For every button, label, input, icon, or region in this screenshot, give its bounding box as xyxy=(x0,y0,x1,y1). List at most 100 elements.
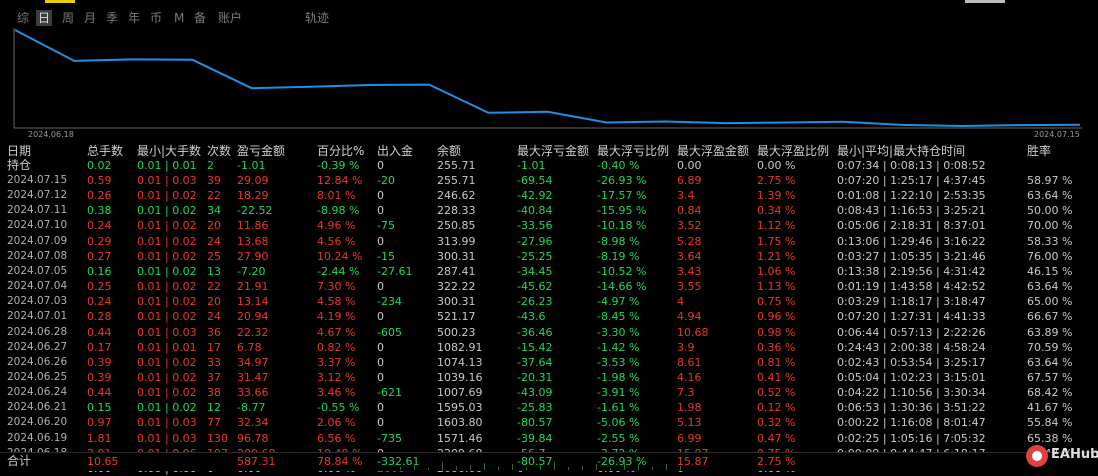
cell-io: 0 xyxy=(377,416,384,430)
cell-maxfp: 3.9 xyxy=(677,340,695,354)
volume-tick xyxy=(540,465,541,470)
cell-count: 12 xyxy=(207,401,221,415)
tab-track[interactable]: 轨迹 xyxy=(305,10,329,26)
cell-maxfpr: 1.39 % xyxy=(757,189,796,203)
table-row[interactable]: 2024.06.21 0.15 0.01 | 0.02 12 -8.77 -0.55 % 0… xyxy=(0,400,1098,415)
cell-pnl: 34.97 xyxy=(237,355,269,369)
col-date[interactable]: 日期 xyxy=(7,144,31,159)
col-win-rate[interactable]: 胜率 xyxy=(1027,144,1051,159)
col-max-float-loss[interactable]: 最大浮亏金额 xyxy=(517,144,589,159)
tab-quarterly[interactable]: 季 xyxy=(106,10,118,26)
cell-win: 67.57 % xyxy=(1027,370,1073,384)
table-row[interactable]: 2024.07.11 0.38 0.01 | 0.02 34 -22.52 -8.98 %… xyxy=(0,203,1098,218)
col-lots[interactable]: 总手数 xyxy=(87,144,123,159)
cell-time: 0:24:43 | 2:00:38 | 4:58:24 xyxy=(837,340,986,354)
col-count[interactable]: 次数 xyxy=(207,144,231,159)
table-row[interactable]: 2024.07.09 0.29 0.01 | 0.02 24 13.68 4.56 % 0 3… xyxy=(0,234,1098,249)
table-row[interactable]: 2024.07.12 0.26 0.01 | 0.02 22 18.29 8.01 % 0 2… xyxy=(0,188,1098,203)
cell-date: 2024.07.10 xyxy=(7,219,68,232)
cell-lots: 0.25 xyxy=(87,280,112,294)
col-balance[interactable]: 余额 xyxy=(437,144,461,159)
cell-balance: 287.41 xyxy=(437,264,476,278)
tab-backup[interactable]: 备 xyxy=(194,10,206,26)
cell-win: 63.89 % xyxy=(1027,325,1073,339)
cell-win: 55.84 % xyxy=(1027,416,1073,430)
table-row[interactable]: 2024.07.05 0.16 0.01 | 0.02 13 -7.20 -2.44 % -… xyxy=(0,264,1098,279)
cell-pnl: 6.78 xyxy=(237,340,262,354)
tab-account[interactable]: 账户 xyxy=(218,10,242,26)
cell-io: -605 xyxy=(377,325,402,339)
cell-count: 20 xyxy=(207,219,221,233)
cell-count: 22 xyxy=(207,280,221,294)
table-row[interactable]: 2024.06.25 0.39 0.01 | 0.02 37 31.47 3.12 % 0 1… xyxy=(0,370,1098,385)
table-row[interactable]: 2024.07.15 0.59 0.01 | 0.03 39 29.09 12.84 % -… xyxy=(0,173,1098,188)
cell-minmax: 0.01 | 0.02 xyxy=(137,264,197,278)
table-row[interactable]: 2024.06.20 0.97 0.01 | 0.03 77 32.34 2.06 % 0 1… xyxy=(0,415,1098,430)
cell-io: 0 xyxy=(377,189,384,203)
table-row[interactable]: 2024.06.24 0.44 0.01 | 0.02 38 33.66 3.46 % -6… xyxy=(0,385,1098,400)
cell-maxfl: -33.56 xyxy=(517,219,553,233)
cell-time: 0:08:43 | 1:16:53 | 3:25:21 xyxy=(837,204,986,218)
cell-maxfpr: 1.75 % xyxy=(757,234,796,248)
col-max-float-profit-ratio[interactable]: 最大浮盈比例 xyxy=(757,144,829,159)
cell-minmax: 0.01 | 0.02 xyxy=(137,249,197,263)
cell-maxfp: 3.43 xyxy=(677,264,702,278)
cell-count: 77 xyxy=(207,416,221,430)
cell-maxfpr: 0.52 % xyxy=(757,386,796,400)
cell-pct: 3.12 % xyxy=(317,370,356,384)
cell-maxflr: -14.66 % xyxy=(597,280,647,294)
cell-maxfl: -27.96 xyxy=(517,234,553,248)
table-row[interactable]: 2024.06.26 0.39 0.01 | 0.02 33 34.97 3.37 % 0 1… xyxy=(0,355,1098,370)
cell-balance: 1571.46 xyxy=(437,431,483,445)
holding-balance: 255.71 xyxy=(437,159,476,172)
tab-yearly[interactable]: 年 xyxy=(128,10,140,26)
holding-max-float-profit: 0.00 xyxy=(677,159,702,172)
cell-lots: 0.59 xyxy=(87,174,112,187)
col-minmax[interactable]: 最小|大手数 xyxy=(137,144,201,159)
cell-maxfpr: 0.34 % xyxy=(757,204,796,218)
cell-minmax: 0.01 | 0.03 xyxy=(137,325,197,339)
cell-minmax: 0.01 | 0.03 xyxy=(137,416,197,430)
cell-pct: 3.37 % xyxy=(317,355,356,369)
tab-daily[interactable]: 日 xyxy=(36,10,53,26)
volume-tick xyxy=(596,464,597,470)
cell-lots: 0.15 xyxy=(87,401,112,415)
cell-win: 63.64 % xyxy=(1027,189,1073,203)
cell-time: 0:06:53 | 1:30:36 | 3:51:22 xyxy=(837,401,986,415)
table-row[interactable]: 2024.06.27 0.17 0.01 | 0.01 17 6.78 0.82 % 0 10… xyxy=(0,340,1098,355)
cell-maxfl: -42.92 xyxy=(517,189,553,203)
col-io[interactable]: 出入金 xyxy=(377,144,413,159)
tab-monthly[interactable]: 月 xyxy=(84,10,96,26)
cell-pct: 0.82 % xyxy=(317,340,356,354)
col-pct[interactable]: 百分比% xyxy=(317,144,364,159)
cell-time: 0:03:29 | 1:18:17 | 3:18:47 xyxy=(837,295,986,309)
cell-pnl: -8.77 xyxy=(237,401,266,415)
tab-m[interactable]: M xyxy=(174,10,184,26)
col-hold-time[interactable]: 最小|平均|最大持仓时间 xyxy=(837,144,965,159)
tab-weekly[interactable]: 周 xyxy=(62,10,74,26)
table-row[interactable]: 2024.07.03 0.24 0.01 | 0.02 20 13.14 4.58 % -2… xyxy=(0,294,1098,309)
tab-summary[interactable]: 综 xyxy=(17,10,29,26)
table-row[interactable]: 2024.07.04 0.25 0.01 | 0.02 22 21.91 7.30 % 0 3… xyxy=(0,279,1098,294)
cell-pnl: 32.34 xyxy=(237,416,269,430)
cell-lots: 0.26 xyxy=(87,189,112,203)
tab-currency[interactable]: 币 xyxy=(150,10,162,26)
table-row[interactable]: 2024.06.19 1.81 0.01 | 0.03 130 96.78 6.56 % -… xyxy=(0,431,1098,446)
holding-lots: 0.02 xyxy=(87,159,112,172)
table-row[interactable]: 2024.07.08 0.27 0.01 | 0.02 25 27.90 10.24 % -… xyxy=(0,249,1098,264)
cell-minmax: 0.01 | 0.02 xyxy=(137,386,197,400)
table-row[interactable]: 2024.07.10 0.24 0.01 | 0.02 20 11.86 4.96 % -7… xyxy=(0,218,1098,233)
col-max-float-loss-ratio[interactable]: 最大浮亏比例 xyxy=(597,144,669,159)
total-pct: 78.84 % xyxy=(317,455,363,468)
col-max-float-profit[interactable]: 最大浮盈金额 xyxy=(677,144,749,159)
cell-pnl: -7.20 xyxy=(237,264,266,278)
cell-date: 2024.07.05 xyxy=(7,264,68,277)
cell-pnl: 31.47 xyxy=(237,370,269,384)
cell-pct: 4.96 % xyxy=(317,219,356,233)
cell-count: 24 xyxy=(207,234,221,248)
table-row[interactable]: 2024.07.01 0.28 0.01 | 0.02 24 20.94 4.19 % 0 5… xyxy=(0,309,1098,324)
table-row[interactable]: 2024.06.28 0.44 0.01 | 0.03 36 22.32 4.67 % -6… xyxy=(0,325,1098,340)
col-pnl[interactable]: 盈亏金额 xyxy=(237,144,285,159)
volume-tick xyxy=(554,462,555,470)
cell-balance: 255.71 xyxy=(437,174,476,187)
